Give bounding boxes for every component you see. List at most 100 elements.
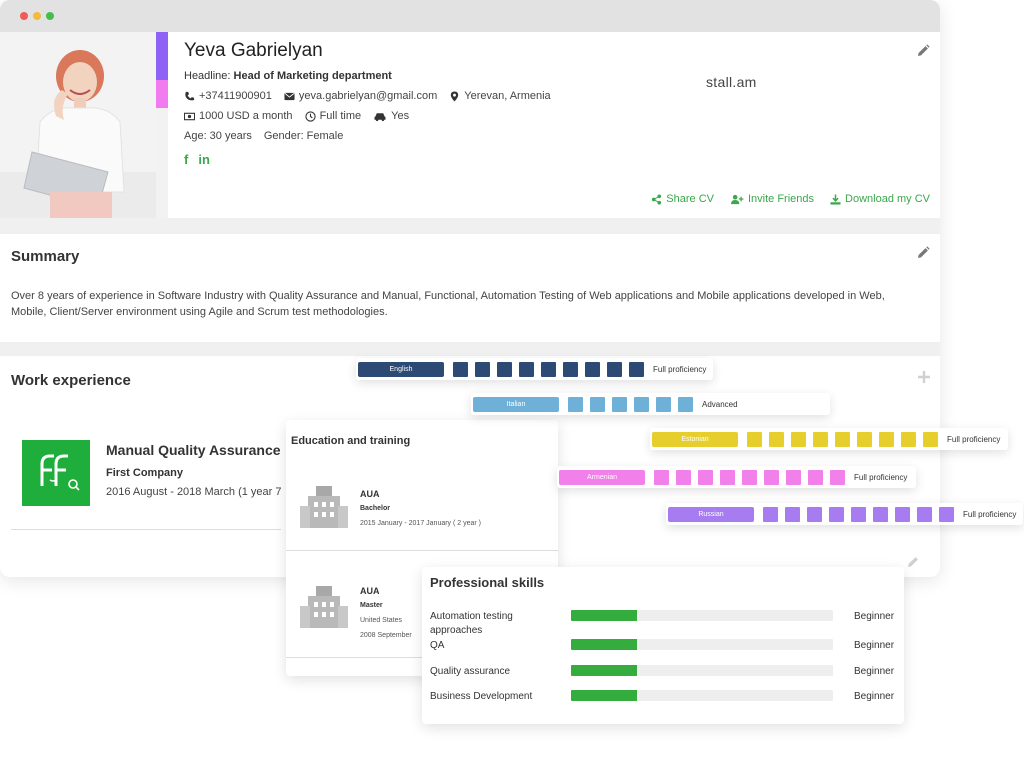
proficiency-square bbox=[917, 506, 932, 522]
education-dates: 2008 September bbox=[360, 632, 412, 639]
job-divider bbox=[11, 529, 281, 530]
profile-photo bbox=[0, 32, 156, 218]
proficiency-square bbox=[873, 506, 888, 522]
invite-icon bbox=[731, 194, 744, 204]
language-level: Advanced bbox=[702, 399, 738, 409]
share-cv-link[interactable]: Share CV bbox=[651, 193, 714, 205]
social-links: f in bbox=[184, 152, 210, 167]
proficiency-square bbox=[453, 361, 468, 377]
professional-skills-card: Professional skills Automation testing a… bbox=[422, 557, 918, 724]
language-row-armenian: Armenian Full proficiency bbox=[557, 466, 916, 488]
site-logo: stall.am bbox=[706, 74, 757, 90]
proficiency-square bbox=[656, 396, 671, 412]
profile-photo-image bbox=[0, 32, 156, 218]
invite-friends-label: Invite Friends bbox=[747, 193, 815, 205]
skill-bar-fill bbox=[571, 665, 637, 676]
work-experience-title: Work experience bbox=[11, 372, 131, 389]
proficiency-square bbox=[791, 431, 806, 447]
contact-row: +37411900901 yeva.gabrielyan@gmail.com Y… bbox=[184, 90, 551, 102]
proficiency-square bbox=[747, 431, 762, 447]
education-dates: 2015 January - 2017 January ( 2 year ) bbox=[360, 520, 482, 527]
language-row-estonian: Estonian Full proficiency bbox=[650, 428, 1008, 450]
salary-text: 1000 USD a month bbox=[199, 110, 293, 122]
language-name-pill: Italian bbox=[473, 396, 559, 412]
proficiency-square bbox=[590, 396, 605, 412]
proficiency-square bbox=[895, 506, 910, 522]
profile-headline: Headline: Head of Marketing department bbox=[184, 70, 392, 82]
proficiency-square bbox=[829, 506, 844, 522]
invite-friends-link[interactable]: Invite Friends bbox=[730, 193, 814, 205]
language-level: Full proficiency bbox=[854, 472, 908, 482]
company-logo bbox=[22, 440, 90, 506]
skill-name: Automation testing approaches bbox=[430, 611, 513, 636]
proficiency-square bbox=[475, 361, 490, 377]
maximize-window-button[interactable] bbox=[46, 12, 54, 20]
clock-icon bbox=[304, 110, 316, 122]
facebook-icon[interactable]: f bbox=[184, 152, 188, 167]
proficiency-square bbox=[634, 396, 649, 412]
proficiency-square bbox=[851, 506, 866, 522]
summary-title: Summary bbox=[11, 248, 80, 265]
headline-label: Headline: bbox=[184, 70, 234, 82]
location-text: Yerevan, Armenia bbox=[464, 90, 551, 102]
skill-name: Quality assurance bbox=[430, 666, 511, 677]
skill-name: QA bbox=[430, 640, 445, 651]
skill-name: Business Development bbox=[430, 691, 533, 702]
age-text: Age: 30 years bbox=[184, 130, 252, 142]
skill-level: Beginner bbox=[854, 640, 895, 651]
language-level: Full proficiency bbox=[653, 364, 707, 374]
proficiency-square bbox=[830, 469, 845, 485]
add-work-plus-icon[interactable] bbox=[917, 370, 931, 384]
skill-bar-fill bbox=[571, 690, 637, 701]
job-company: First Company bbox=[106, 467, 184, 479]
skill-bar bbox=[571, 639, 833, 650]
proficiency-square bbox=[720, 469, 735, 485]
edit-summary-pencil-icon[interactable] bbox=[916, 246, 930, 260]
language-row-russian: Russian Full proficiency bbox=[666, 503, 1023, 525]
job-dates: 2016 August - 2018 March (1 year 7 bbox=[106, 486, 282, 498]
proficiency-square bbox=[563, 361, 578, 377]
proficiency-square bbox=[742, 469, 757, 485]
proficiency-square bbox=[769, 431, 784, 447]
education-school: AUA bbox=[360, 586, 380, 596]
edit-profile-pencil-icon[interactable] bbox=[916, 44, 930, 58]
edit-skills-pencil-icon[interactable] bbox=[906, 555, 920, 569]
proficiency-square bbox=[786, 469, 801, 485]
proficiency-square bbox=[519, 361, 534, 377]
personal-info-row: Age: 30 years Gender: Female bbox=[184, 130, 343, 142]
linkedin-icon[interactable]: in bbox=[198, 152, 210, 167]
skill-level: Beginner bbox=[854, 691, 895, 702]
language-level: Full proficiency bbox=[947, 434, 1001, 444]
location-icon bbox=[451, 90, 459, 102]
accent-strip bbox=[156, 32, 168, 218]
proficiency-square bbox=[835, 431, 850, 447]
share-icon bbox=[652, 193, 662, 205]
phone-number[interactable]: +37411900901 bbox=[199, 90, 272, 102]
skill-bar bbox=[571, 690, 833, 701]
skills-title: Professional skills bbox=[430, 575, 545, 590]
email-address[interactable]: yeva.gabrielyan@gmail.com bbox=[299, 90, 437, 102]
university-icon bbox=[300, 486, 348, 528]
share-cv-label: Share CV bbox=[666, 193, 714, 205]
close-window-button[interactable] bbox=[20, 12, 28, 20]
language-row-italian: Italian Advanced bbox=[471, 393, 830, 415]
proficiency-square bbox=[541, 361, 556, 377]
skill-bar bbox=[571, 610, 833, 621]
skill-level: Beginner bbox=[854, 611, 895, 622]
proficiency-square bbox=[807, 506, 822, 522]
gender-text: Gender: Female bbox=[263, 130, 344, 142]
summary-section: Summary Over 8 years of experience in So… bbox=[0, 234, 940, 342]
language-name-pill: Russian bbox=[668, 506, 754, 522]
schedule-text: Full time bbox=[319, 110, 362, 122]
proficiency-square bbox=[939, 506, 954, 522]
proficiency-square bbox=[654, 469, 669, 485]
phone-icon bbox=[185, 91, 195, 100]
minimize-window-button[interactable] bbox=[33, 12, 41, 20]
proficiency-square bbox=[698, 469, 713, 485]
education-degree: Bachelor bbox=[360, 505, 390, 512]
download-icon bbox=[830, 193, 841, 205]
proficiency-square bbox=[568, 396, 583, 412]
headline-value: Head of Marketing department bbox=[233, 70, 392, 82]
proficiency-square bbox=[585, 361, 600, 377]
download-cv-link[interactable]: Download my CV bbox=[830, 193, 930, 205]
